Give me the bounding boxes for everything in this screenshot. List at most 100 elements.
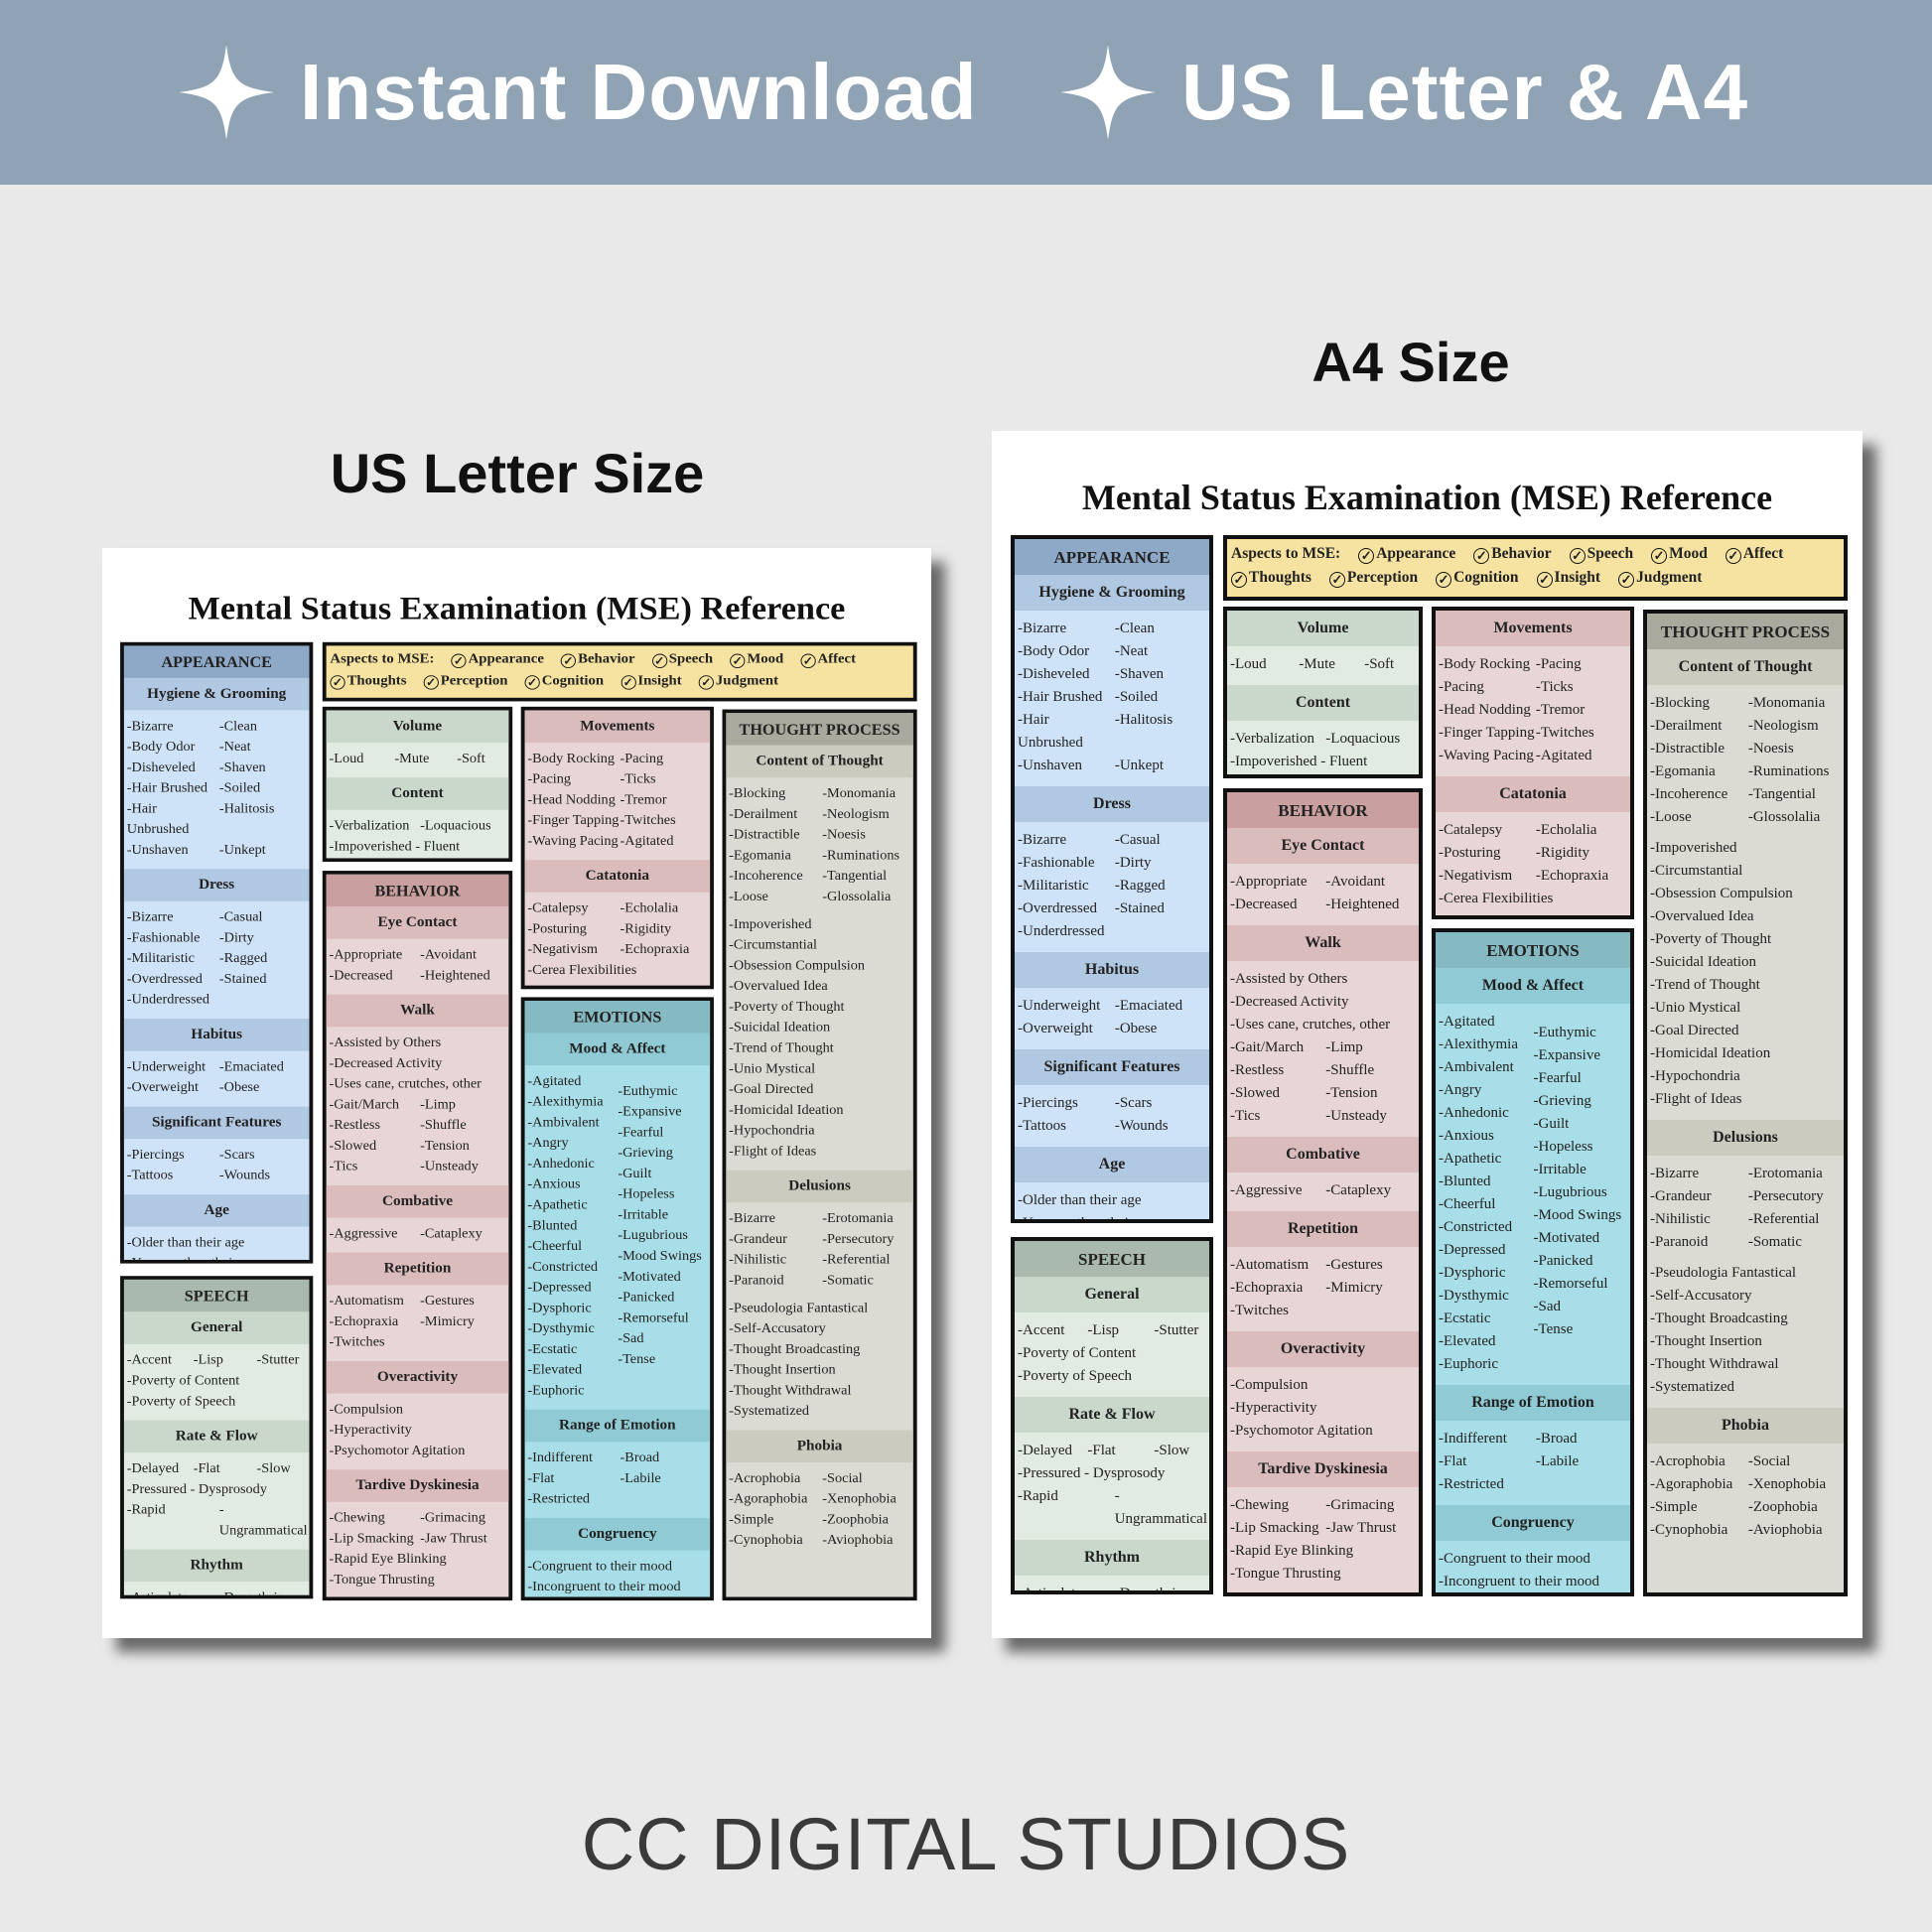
banner-label: Instant Download bbox=[300, 48, 978, 136]
list-item: Ticks bbox=[1536, 676, 1628, 699]
item-row: Poverty of Thought bbox=[1650, 928, 1842, 951]
group-body: Congruent to their moodIncongruent to th… bbox=[1436, 1541, 1630, 1592]
list-item: Bizarre bbox=[1650, 1163, 1748, 1185]
check-circle-icon: ✓ bbox=[423, 675, 439, 690]
list-item: Depressed bbox=[1439, 1239, 1534, 1262]
group-heading: Rhythm bbox=[123, 1549, 310, 1583]
group-body: AggressiveCataplexy bbox=[327, 1218, 509, 1253]
item-block: Agitated Alexithymia Ambivalent Angry Anhedo… bbox=[1439, 1011, 1628, 1376]
item-block: AcrophobiaSocialAgoraphobiaXenophobiaSim… bbox=[729, 1468, 911, 1551]
list-item-text: Sad bbox=[618, 1331, 643, 1345]
item-row: Assisted by Others bbox=[329, 1034, 506, 1054]
list-item: Shuffle bbox=[420, 1116, 506, 1137]
list-item: Expansive bbox=[1534, 1044, 1629, 1067]
item-row: PosturingRigidity bbox=[1439, 842, 1628, 865]
group-body: IndifferentBroadFlatLabileRestricted bbox=[1436, 1421, 1630, 1505]
list-item: Mimicry bbox=[420, 1311, 506, 1332]
item-block: ArticulateDysarthriaMonotoneSlurred bbox=[1018, 1583, 1207, 1590]
item-row: Thought Withdrawal bbox=[1650, 1353, 1842, 1376]
list-item-text: Expansive bbox=[618, 1105, 681, 1119]
list-item: Psychomotor Agitation bbox=[329, 1441, 506, 1461]
item-row: Finger TappingTwitches bbox=[527, 811, 708, 832]
item-row: ChewingGrimacing bbox=[1230, 1494, 1417, 1517]
item-row: Tongue Thrusting bbox=[329, 1570, 506, 1590]
item-block: AppropriateAvoidantDecreasedHeightened bbox=[329, 945, 506, 987]
item-row: UnderweightEmaciated bbox=[127, 1057, 308, 1078]
list-item: Automatism bbox=[329, 1292, 420, 1312]
item-row: Finger TappingTwitches bbox=[1439, 722, 1628, 745]
list-item: Clean bbox=[1115, 618, 1207, 640]
list-item: Fashionable bbox=[127, 928, 219, 949]
aspect-label: Mood bbox=[1669, 545, 1708, 562]
item-row: Hypochondria bbox=[1650, 1065, 1842, 1088]
aspect-label: Speech bbox=[668, 650, 714, 667]
item-row: DistractibleNoesis bbox=[729, 825, 911, 846]
aspect-label: Speech bbox=[1587, 545, 1634, 562]
list-item: Incongruent to their mood bbox=[1439, 1571, 1628, 1592]
group-heading: Content of Thought bbox=[1647, 649, 1844, 685]
group-body: CatalepsyEcholaliaPosturingRigidityNegat… bbox=[1436, 812, 1630, 915]
list-item: Hair Unbrushed bbox=[1018, 709, 1115, 755]
item-row: Poverty of Speech bbox=[127, 1392, 308, 1413]
list-item: Anxious bbox=[1439, 1125, 1534, 1148]
list-item-text: Blunted bbox=[1439, 1173, 1491, 1189]
item-block: BizarreCleanBody OdorNeatDisheveledShave… bbox=[1018, 618, 1207, 777]
group-body: BizarreCasualFashionableDirtyMilitaristi… bbox=[124, 901, 310, 1019]
list-item: Bizarre bbox=[729, 1209, 822, 1230]
item-row: AcrophobiaSocial bbox=[1650, 1450, 1842, 1473]
section-speech: SPEECHGeneralAccentLispStutterPoverty of… bbox=[120, 1276, 314, 1599]
item-block: BizarreErotomaniaGrandeurPersecutoryNihi… bbox=[729, 1209, 911, 1292]
item-row: PacingTicks bbox=[527, 769, 708, 790]
list-item: Overvalued Idea bbox=[1650, 905, 1842, 928]
section-heading: EMOTIONS bbox=[1436, 932, 1630, 968]
list-item: Twitches bbox=[1536, 722, 1628, 745]
item-row: AgoraphobiaXenophobia bbox=[1650, 1473, 1842, 1496]
list-item-text: Euphoric bbox=[527, 1384, 584, 1398]
group-heading: Habitus bbox=[123, 1019, 310, 1051]
list-item: Slow bbox=[257, 1458, 308, 1479]
list-item: Hyperactivity bbox=[329, 1421, 506, 1442]
list-item: Agoraphobia bbox=[729, 1489, 822, 1510]
list-item-text: Euthymic bbox=[618, 1084, 677, 1098]
item-block: CatalepsyEcholaliaPosturingRigidityNegat… bbox=[527, 898, 708, 981]
aspect-label: Appearance bbox=[468, 650, 544, 667]
item-row: Cerea Flexibilities bbox=[1439, 888, 1628, 910]
list-item: Referential bbox=[1748, 1208, 1842, 1231]
aspect-item: ✓ Insight bbox=[1536, 566, 1600, 590]
list-item: Unshaven bbox=[1018, 755, 1115, 777]
section-heading: THOUGHT PROCESS bbox=[726, 713, 913, 746]
list-item: Disheveled bbox=[1018, 663, 1115, 686]
group-heading: Repetition bbox=[326, 1252, 509, 1286]
item-row: PacingTicks bbox=[1439, 676, 1628, 699]
list-item: Systematized bbox=[729, 1402, 911, 1423]
group-body: ArticulateDysarthriaMonotoneSlurred bbox=[1015, 1576, 1209, 1590]
list-item: Ragged bbox=[219, 949, 308, 970]
check-circle-icon: ✓ bbox=[451, 653, 467, 669]
list-item: Overdressed bbox=[1018, 897, 1115, 920]
item-block: BizarreErotomaniaGrandeurPersecutoryNihi… bbox=[1650, 1163, 1842, 1254]
list-item: Tremor bbox=[1536, 699, 1628, 722]
list-item: Apathetic bbox=[527, 1195, 618, 1216]
list-item-text: Apathetic bbox=[527, 1198, 587, 1212]
list-item-text: Sad bbox=[1534, 1299, 1562, 1314]
list-item: Casual bbox=[219, 907, 308, 928]
list-item: Thought Withdrawal bbox=[1650, 1353, 1842, 1376]
item-row: Compulsion bbox=[329, 1400, 506, 1421]
item-row: Cerea Flexibilities bbox=[527, 960, 708, 981]
item-row: Pseudologia Fantastical bbox=[1650, 1262, 1842, 1285]
banner: Instant Download US Letter & A4 bbox=[0, 0, 1932, 185]
check-circle-icon: ✓ bbox=[800, 653, 816, 669]
list-item: Obsession Compulsion bbox=[1650, 883, 1842, 905]
list-item: Constricted bbox=[527, 1257, 618, 1278]
list-item-text: Grieving bbox=[1534, 1093, 1591, 1109]
list-item: Hypochondria bbox=[1650, 1065, 1842, 1088]
list-item: Ambivalent bbox=[1439, 1056, 1534, 1079]
list-item: Grieving bbox=[1534, 1090, 1629, 1113]
list-item: Unio Mystical bbox=[1650, 997, 1842, 1020]
list-item: Grimacing bbox=[420, 1508, 506, 1529]
list-item: Expansive bbox=[618, 1102, 708, 1123]
list-item-text: Anhedonic bbox=[1439, 1105, 1509, 1121]
list-item: Blunted bbox=[527, 1216, 618, 1237]
list-item-text: Blunted bbox=[527, 1218, 577, 1232]
group-body: Assisted by OthersDecreased ActivityUses… bbox=[327, 1027, 509, 1185]
